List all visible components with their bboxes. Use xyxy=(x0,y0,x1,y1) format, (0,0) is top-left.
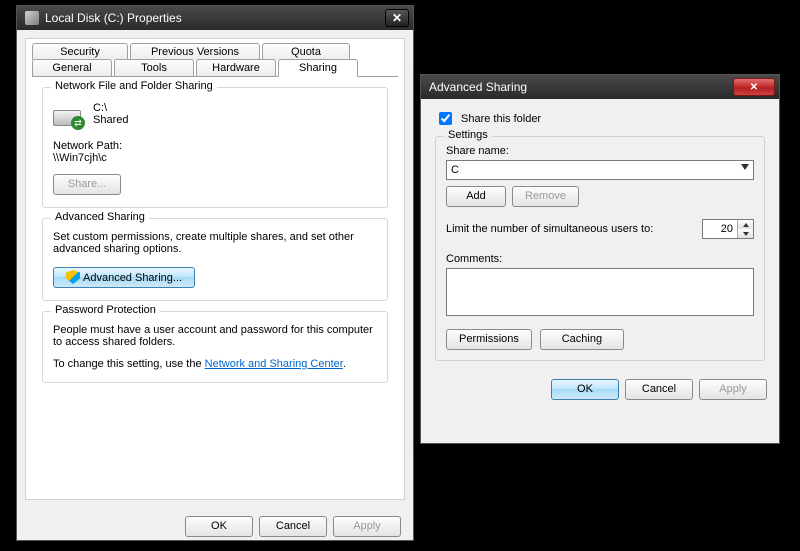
drive-share-icon: ⇄ xyxy=(53,102,85,130)
password-protection-line1: People must have a user account and pass… xyxy=(53,324,377,348)
network-sharing-title: Network File and Folder Sharing xyxy=(51,80,217,92)
spin-up-icon[interactable] xyxy=(738,220,753,229)
spin-down-icon[interactable] xyxy=(738,229,753,238)
sharing-panel: Network File and Folder Sharing ⇄ C:\ Sh… xyxy=(32,76,398,490)
advanced-sharing-title: Advanced Sharing xyxy=(51,211,149,223)
tabs-row-2: General Tools Hardware Sharing xyxy=(26,59,404,76)
tab-general[interactable]: General xyxy=(32,59,112,76)
tab-quota[interactable]: Quota xyxy=(262,43,350,60)
cancel-button[interactable]: Cancel xyxy=(625,379,693,400)
share-this-folder-label: Share this folder xyxy=(461,113,541,125)
remove-button[interactable]: Remove xyxy=(512,186,579,207)
caching-button[interactable]: Caching xyxy=(540,329,624,350)
drive-sys-icon xyxy=(25,11,39,25)
advanced-sharing-titlebar[interactable]: Advanced Sharing ✕ xyxy=(421,75,779,99)
limit-users-label: Limit the number of simultaneous users t… xyxy=(446,223,692,235)
advanced-sharing-body: Share this folder Settings Share name: C… xyxy=(421,99,779,361)
advanced-sharing-group: Advanced Sharing Set custom permissions,… xyxy=(42,218,388,301)
tab-hardware[interactable]: Hardware xyxy=(196,59,276,76)
permissions-button[interactable]: Permissions xyxy=(446,329,532,350)
tabs-row-1: Security Previous Versions Quota xyxy=(26,39,404,60)
tab-sharing[interactable]: Sharing xyxy=(278,59,358,77)
password-protection-line2-suffix: . xyxy=(343,358,346,370)
share-name-value: C xyxy=(451,164,459,176)
properties-titlebar[interactable]: Local Disk (C:) Properties ✕ xyxy=(17,6,413,30)
advanced-sharing-desc: Set custom permissions, create multiple … xyxy=(53,231,377,255)
network-path-value: \\Win7cjh\c xyxy=(53,152,377,164)
advanced-sharing-dialog-buttons: OK Cancel Apply xyxy=(421,371,779,410)
ok-button[interactable]: OK xyxy=(185,516,253,537)
share-status: Shared xyxy=(93,114,128,126)
advanced-sharing-window-title: Advanced Sharing xyxy=(429,80,733,94)
properties-title: Local Disk (C:) Properties xyxy=(45,11,385,25)
advanced-sharing-button[interactable]: Advanced Sharing... xyxy=(53,267,195,288)
close-icon[interactable]: ✕ xyxy=(385,9,409,27)
share-path: C:\ xyxy=(93,102,128,114)
apply-button[interactable]: Apply xyxy=(699,379,767,400)
tab-tools[interactable]: Tools xyxy=(114,59,194,76)
tab-security[interactable]: Security xyxy=(32,43,128,60)
tab-previous-versions[interactable]: Previous Versions xyxy=(130,43,260,60)
advanced-sharing-window: Advanced Sharing ✕ Share this folder Set… xyxy=(420,74,780,444)
shield-icon xyxy=(66,270,80,284)
chevron-down-icon xyxy=(741,164,749,170)
share-this-folder-checkbox[interactable] xyxy=(439,112,452,125)
add-button[interactable]: Add xyxy=(446,186,506,207)
apply-button[interactable]: Apply xyxy=(333,516,401,537)
comments-textarea[interactable] xyxy=(446,268,754,316)
network-sharing-group: Network File and Folder Sharing ⇄ C:\ Sh… xyxy=(42,87,388,208)
cancel-button[interactable]: Cancel xyxy=(259,516,327,537)
settings-group-title: Settings xyxy=(444,129,492,141)
ok-button[interactable]: OK xyxy=(551,379,619,400)
comments-label: Comments: xyxy=(446,253,754,265)
close-icon[interactable]: ✕ xyxy=(733,78,775,96)
share-button[interactable]: Share... xyxy=(53,174,121,195)
share-name-label: Share name: xyxy=(446,145,754,157)
limit-users-spinner[interactable] xyxy=(702,219,754,239)
network-sharing-center-link[interactable]: Network and Sharing Center xyxy=(205,358,343,370)
properties-window: Local Disk (C:) Properties ✕ Security Pr… xyxy=(16,5,414,541)
share-name-combo[interactable]: C xyxy=(446,160,754,180)
settings-group: Settings Share name: C Add Remove Limit … xyxy=(435,136,765,361)
password-protection-line2-prefix: To change this setting, use the xyxy=(53,358,205,370)
password-protection-title: Password Protection xyxy=(51,304,160,316)
properties-dialog-buttons: OK Cancel Apply xyxy=(17,508,413,547)
password-protection-group: Password Protection People must have a u… xyxy=(42,311,388,383)
advanced-sharing-button-label: Advanced Sharing... xyxy=(83,272,182,284)
limit-users-input[interactable] xyxy=(703,220,737,238)
properties-body: Security Previous Versions Quota General… xyxy=(25,38,405,500)
network-path-label: Network Path: xyxy=(53,140,377,152)
